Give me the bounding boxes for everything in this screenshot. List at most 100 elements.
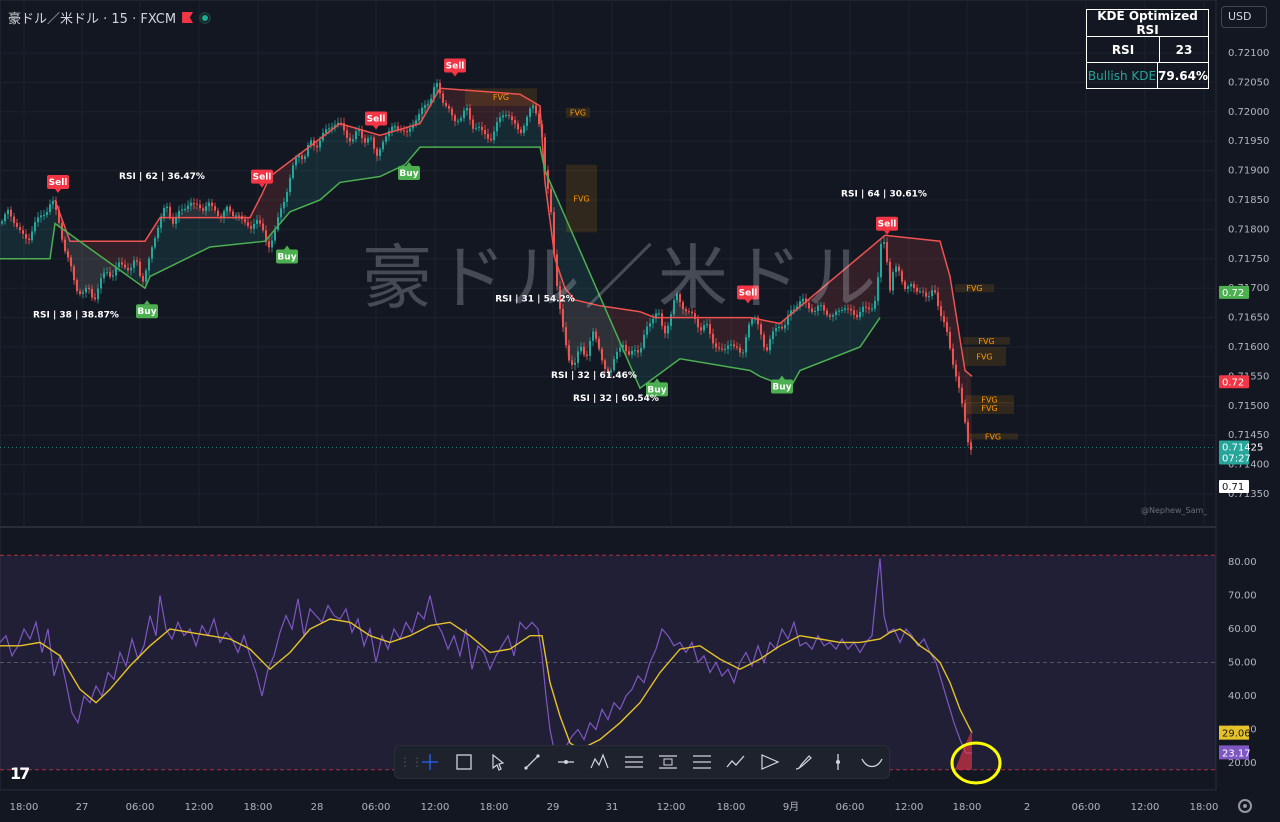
candle-body <box>349 137 351 142</box>
candle-body <box>34 222 36 232</box>
candle-body <box>52 200 54 205</box>
candle-body <box>775 328 777 332</box>
candle-body <box>913 284 915 288</box>
long-position-icon[interactable] <box>651 747 685 777</box>
symbol-header[interactable]: 豪ドル／米ドル · 15 · FXCM <box>8 8 212 27</box>
settings-gear-icon[interactable] <box>1238 799 1252 813</box>
candle-body <box>271 240 273 248</box>
toolbar-grip-icon[interactable]: ⋮⋮ <box>399 755 423 769</box>
candle-body <box>496 122 498 132</box>
candle-body <box>472 119 474 129</box>
candle-body <box>169 206 171 218</box>
candle-body <box>490 138 492 141</box>
candle-body <box>883 241 885 244</box>
trend-line-icon[interactable] <box>515 747 549 777</box>
candle-body <box>934 290 936 293</box>
brush-icon[interactable] <box>787 747 821 777</box>
candle-body <box>325 129 327 133</box>
candle-body <box>256 220 258 224</box>
chart-canvas[interactable]: FVGFVGFVGFVGFVGFVGFVGFVGFVGSellBuySellBu… <box>0 0 1280 822</box>
candle-body <box>667 325 669 334</box>
candle-body <box>592 331 594 341</box>
candle-body <box>478 126 480 128</box>
candle-body <box>514 120 516 124</box>
candle-body <box>526 116 528 126</box>
candle-body <box>505 115 507 117</box>
candle-body <box>454 115 456 122</box>
time-tick-label: 06:00 <box>126 802 155 813</box>
candle-body <box>538 113 540 125</box>
tradingview-logo-icon[interactable]: 17 <box>10 764 30 783</box>
horizontal-ray-icon[interactable] <box>549 747 583 777</box>
candle-body <box>226 206 228 212</box>
candle-body <box>907 286 909 290</box>
candle-body <box>178 210 180 218</box>
candle-body <box>370 137 372 139</box>
price-tick-label: 0.72000 <box>1228 107 1269 118</box>
candle-body <box>889 261 891 291</box>
price-tag: 0.71 <box>1219 479 1249 493</box>
candle-body <box>445 102 447 107</box>
candle-body <box>406 131 408 133</box>
time-tick-label: 29 <box>547 802 560 813</box>
candle-body <box>892 272 894 291</box>
candle-body <box>82 292 84 294</box>
signal-label: Buy <box>277 253 296 263</box>
candle-body <box>595 331 597 339</box>
candle-body <box>457 120 459 122</box>
rsi-tick-label: 70.00 <box>1228 591 1257 602</box>
crosshair-icon[interactable] <box>413 747 447 777</box>
curve-icon[interactable] <box>855 747 889 777</box>
candle-body <box>148 258 150 271</box>
parallel-channel-icon[interactable] <box>617 747 651 777</box>
candle-body <box>49 204 51 213</box>
candle-body <box>565 327 567 346</box>
candle-body <box>604 360 606 369</box>
market-status-icon <box>199 11 212 24</box>
candle-body <box>598 338 600 349</box>
time-tick-label: 18:00 <box>480 802 509 813</box>
cursor-icon[interactable] <box>481 747 515 777</box>
rectangle-icon[interactable] <box>447 747 481 777</box>
path-icon[interactable] <box>719 747 753 777</box>
short-position-icon[interactable] <box>685 747 719 777</box>
candle-body <box>418 113 420 121</box>
price-tag: 0.72 <box>1219 375 1249 389</box>
candle-body <box>613 359 615 371</box>
candle-body <box>403 130 405 132</box>
projection-icon[interactable] <box>753 747 787 777</box>
candle-body <box>112 275 114 277</box>
candle-body <box>736 346 738 348</box>
rsi-tick-label: 20.00 <box>1228 758 1257 769</box>
pattern-icon[interactable] <box>583 747 617 777</box>
currency-button[interactable]: USD <box>1221 6 1267 28</box>
candle-body <box>88 287 90 290</box>
candle-body <box>196 203 198 205</box>
candle-body <box>910 284 912 287</box>
candle-body <box>493 131 495 141</box>
candle-body <box>475 127 477 129</box>
kde-table-row: Bullish KDE 79.64% <box>1087 62 1208 89</box>
price-tag-text: 0.71 <box>1222 482 1244 493</box>
candle-body <box>520 129 522 133</box>
flag-icon[interactable] <box>182 12 194 23</box>
candle-body <box>922 291 924 293</box>
kde-table-title: KDE Optimized RSI <box>1097 9 1198 37</box>
candle-body <box>778 326 780 329</box>
candle-body <box>511 116 513 121</box>
signal-label: Sell <box>253 173 272 183</box>
price-tick-label: 0.72050 <box>1228 77 1269 88</box>
candle-body <box>94 297 96 300</box>
candle-body <box>634 350 636 352</box>
rsi-annotation: RSI | 38 | 38.87% <box>33 311 119 321</box>
candle-body <box>367 138 369 143</box>
rsi-value-tag-text: 23.17 <box>1222 748 1251 759</box>
candle-body <box>760 324 762 335</box>
candle-body <box>154 238 156 248</box>
candle-body <box>124 264 126 268</box>
vertical-line-icon[interactable] <box>821 747 855 777</box>
candle-body <box>211 202 213 207</box>
candle-body <box>19 226 21 231</box>
candle-body <box>247 222 249 227</box>
candle-body <box>208 202 210 207</box>
